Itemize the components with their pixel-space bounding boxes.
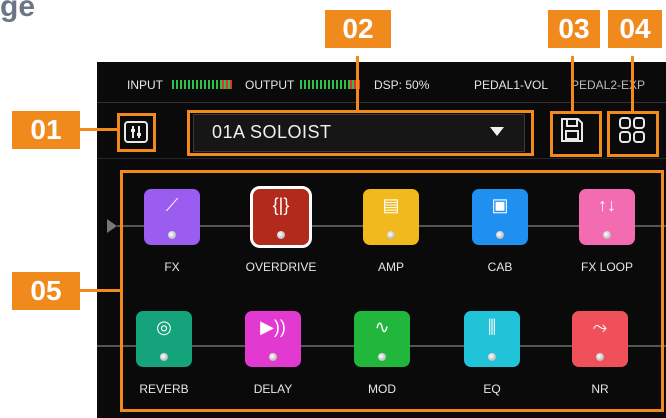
callout-tag-03: 03 xyxy=(548,10,600,48)
status-divider xyxy=(97,102,666,103)
page-heading-fragment: ge xyxy=(0,0,36,23)
pedal1-assignment: PEDAL1-VOL xyxy=(474,78,549,92)
leader-03 xyxy=(571,56,574,112)
callout-box-04 xyxy=(607,111,659,157)
callout-box-01 xyxy=(117,113,156,152)
callout-box-05 xyxy=(120,170,664,412)
signal-input-arrow-icon xyxy=(107,219,117,233)
input-meter xyxy=(172,80,232,89)
callout-tag-02: 02 xyxy=(325,10,391,48)
callout-box-02 xyxy=(187,110,534,156)
leader-04 xyxy=(631,56,634,112)
toolbar-divider xyxy=(97,158,666,159)
dsp-usage: DSP: 50% xyxy=(374,78,430,92)
leader-02 xyxy=(356,56,359,111)
callout-tag-01: 01 xyxy=(12,111,80,149)
status-bar: INPUT OUTPUT DSP: 50% PEDAL1-VOL PEDAL2-… xyxy=(97,62,666,102)
callout-box-03 xyxy=(550,111,602,157)
leader-01 xyxy=(80,128,118,131)
callout-tag-04: 04 xyxy=(608,10,662,48)
input-label: INPUT xyxy=(127,78,163,92)
output-label: OUTPUT xyxy=(245,78,295,92)
leader-05 xyxy=(80,289,121,292)
callout-tag-05: 05 xyxy=(12,272,80,310)
output-meter xyxy=(300,80,360,89)
